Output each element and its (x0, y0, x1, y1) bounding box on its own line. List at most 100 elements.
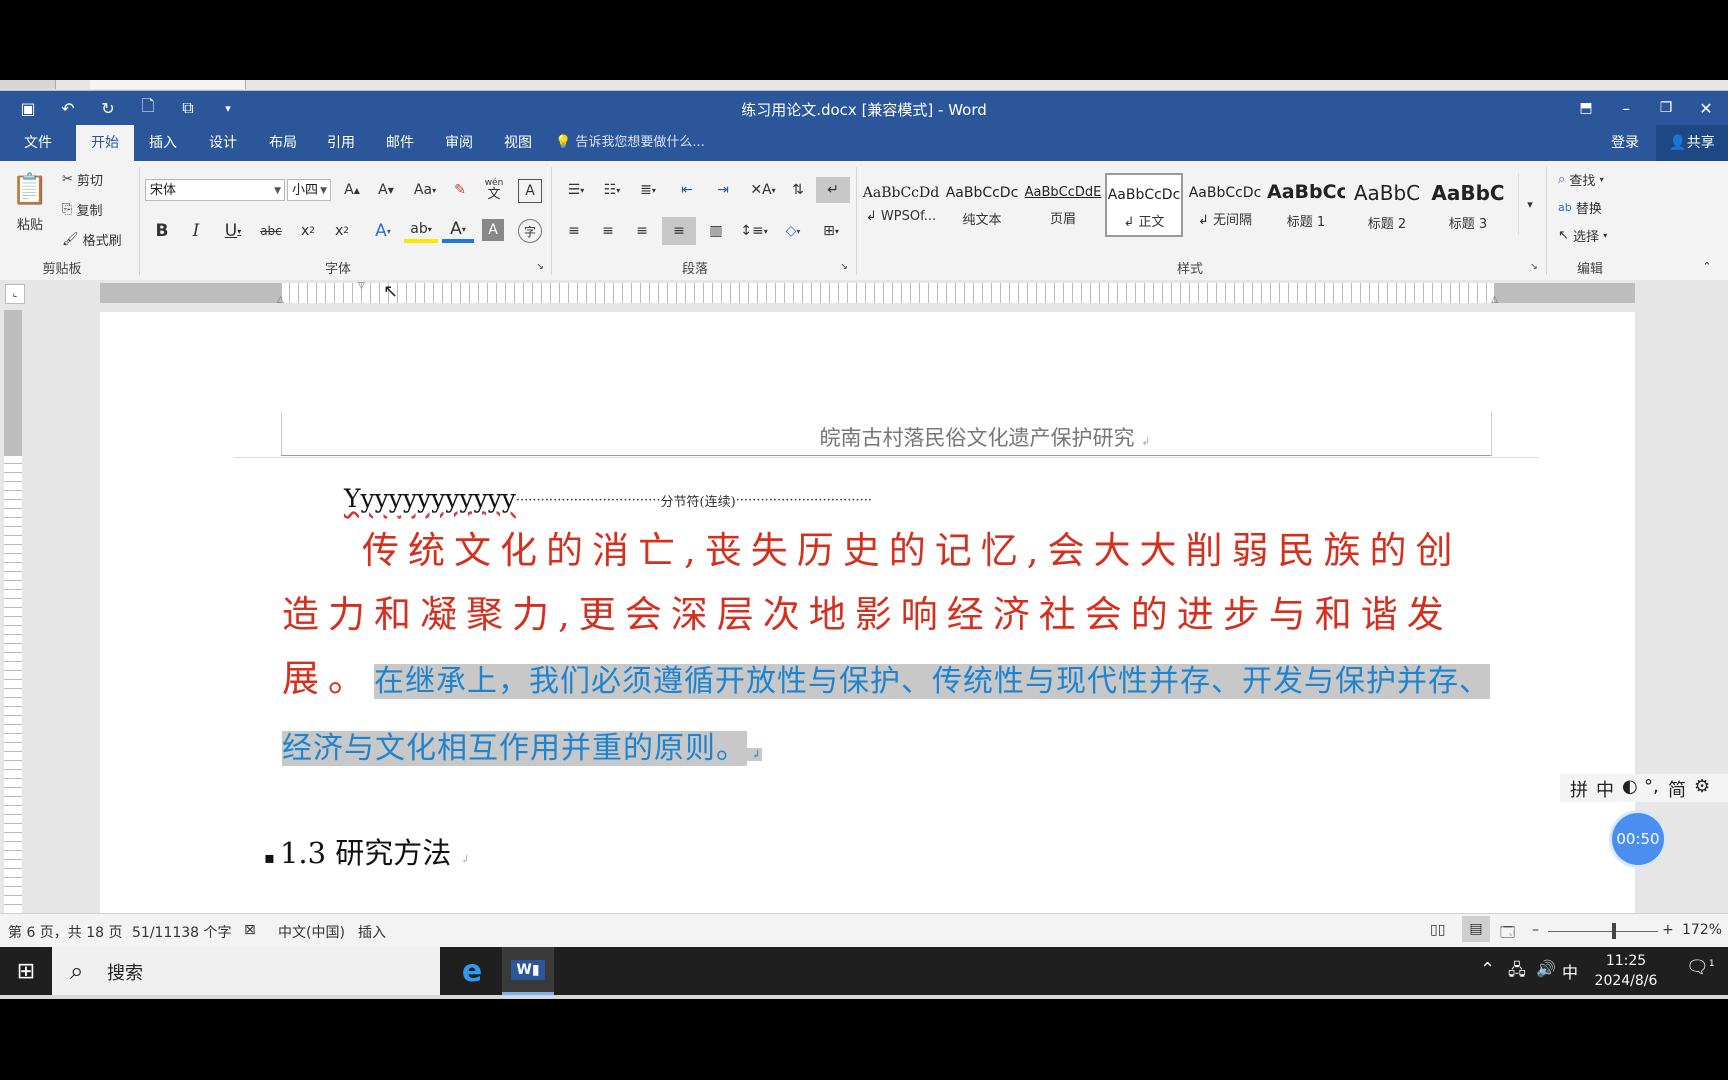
tab-layout[interactable]: 布局 (254, 125, 312, 161)
line-spacing-icon[interactable]: ↕≡ ▾ (738, 219, 770, 243)
network-icon[interactable]: 🖧 (1508, 959, 1526, 986)
tab-insert[interactable]: 插入 (134, 125, 192, 161)
clear-format-icon[interactable]: ✎ (448, 179, 472, 201)
print-layout-view-icon[interactable]: ▤ (1462, 916, 1490, 942)
align-center-icon[interactable]: ≡ (596, 219, 620, 243)
language-status[interactable]: 中文(中国) (278, 922, 345, 942)
change-case-button[interactable]: Aa ▾ (408, 179, 442, 201)
insert-mode[interactable]: 插入 (358, 922, 386, 942)
tell-me-box[interactable]: 💡 告诉我您想要做什么... (555, 125, 705, 161)
edge-browser-icon[interactable]: e (446, 947, 498, 995)
borders-icon[interactable]: ⊞ ▾ (814, 219, 848, 243)
italic-icon[interactable]: I (184, 219, 208, 243)
page-header-text[interactable]: 皖南古村落民俗文化遗产保护研究 ↲ (380, 422, 1590, 452)
justify-icon[interactable]: ≡ (662, 217, 696, 245)
tab-design[interactable]: 设计 (192, 125, 254, 161)
decrease-indent-icon[interactable]: ⇤ (674, 179, 700, 201)
highlight-icon[interactable]: ab ▾ (404, 219, 438, 243)
tab-review[interactable]: 审阅 (430, 125, 488, 161)
align-right-icon[interactable]: ≡ (630, 219, 654, 243)
word-app-icon[interactable]: W▮ (502, 947, 554, 995)
chinese-layout-icon[interactable]: ✕A ▾ (746, 179, 780, 201)
paste-icon[interactable]: 📋 (11, 169, 48, 209)
style-no-spacing[interactable]: AaBbCcDc ↲ 无间隔 (1186, 173, 1264, 237)
select-button[interactable]: ↖ 选择 ▾ (1558, 225, 1607, 245)
styles-more-icon[interactable]: ▾ (1518, 173, 1541, 235)
shading-icon[interactable]: ◇ ▾ (776, 219, 810, 243)
page-count[interactable]: 第 6 页，共 18 页 (8, 922, 123, 942)
close-icon[interactable]: ✕ (1686, 91, 1726, 125)
word-count[interactable]: 51/11138 个字 (132, 922, 232, 942)
shrink-font-icon[interactable]: A ▼ (374, 179, 398, 201)
ime-settings-icon[interactable]: ⚙ (1694, 776, 1710, 797)
style-wpsoffice[interactable]: AaBbCcDd ↲ WPSOf... (862, 173, 940, 237)
paste-button[interactable]: 粘贴 (12, 213, 48, 233)
collapse-ribbon-icon[interactable]: ⌃ (1700, 259, 1714, 273)
proofing-icon[interactable]: ⊠ (244, 922, 256, 938)
font-size-combo[interactable]: 小四 ▼ (287, 179, 331, 201)
dialog-launcher-icon[interactable]: ↘ (838, 261, 850, 273)
first-line-indent-marker[interactable]: ▽ (358, 281, 365, 291)
ime-punctuation-icon[interactable]: °, (1644, 776, 1659, 797)
style-plain-text[interactable]: AaBbCcDc 纯文本 (943, 173, 1021, 237)
bullets-icon[interactable]: ☰ ▾ (560, 179, 592, 201)
find-button[interactable]: ⌕ 查找 ▾ (1558, 169, 1604, 189)
font-color-icon[interactable]: A ▾ (442, 219, 474, 243)
text-effects-icon[interactable]: A ▾ (368, 219, 398, 243)
vertical-ruler[interactable] (4, 310, 22, 913)
superscript-icon[interactable]: x2 (330, 219, 354, 243)
zoom-level[interactable]: 172% (1682, 922, 1722, 938)
section-heading[interactable]: ▪ 1.3 研究方法 ↲ (264, 830, 470, 872)
windows-start-icon[interactable]: ⊞ (0, 947, 52, 995)
style-normal[interactable]: AaBbCcDc ↲ 正文 (1105, 173, 1183, 237)
tab-mailings[interactable]: 邮件 (370, 125, 430, 161)
underline-icon[interactable]: U ▾ (218, 219, 248, 243)
zoom-in-icon[interactable]: + (1662, 922, 1674, 938)
tab-selector[interactable]: ⌞ (5, 284, 25, 304)
increase-indent-icon[interactable]: ⇥ (710, 179, 736, 201)
zoom-slider-thumb[interactable] (1612, 923, 1616, 939)
dialog-launcher-icon[interactable]: ↘ (534, 261, 546, 273)
y-text-line[interactable]: Yyyyyyyyyyyy····························… (344, 484, 872, 513)
ime-simplified-icon[interactable]: 简 (1668, 776, 1686, 802)
align-left-icon[interactable]: ≡ (562, 219, 586, 243)
style-header[interactable]: AaBbCcDdE 页眉 (1024, 173, 1102, 237)
font-name-combo[interactable]: 宋体 ▼ (145, 179, 285, 201)
zoom-out-icon[interactable]: – (1532, 922, 1539, 938)
tab-references[interactable]: 引用 (312, 125, 370, 161)
ime-pinyin-icon[interactable]: 拼 (1570, 776, 1588, 802)
ribbon-display-icon[interactable]: ⬒ (1566, 91, 1606, 125)
document-page[interactable]: 皖南古村落民俗文化遗产保护研究 ↲ Yyyyyyyyyyyy··········… (100, 312, 1635, 913)
taskbar-search-box[interactable]: ⌕ 搜索 (52, 947, 440, 995)
ime-chinese-icon[interactable]: 中 (1596, 776, 1614, 802)
tab-file[interactable]: 文件 (0, 125, 76, 161)
login-button[interactable]: 登录 (1600, 125, 1650, 161)
strikethrough-icon[interactable]: abc (258, 219, 284, 243)
ime-toolbar[interactable]: 拼 中 ◐ °, 简 ⚙ (1560, 774, 1728, 802)
replace-button[interactable]: ab 替换 (1558, 197, 1602, 217)
zoom-slider[interactable] (1548, 931, 1658, 932)
tab-stub[interactable] (90, 80, 246, 89)
right-indent-marker[interactable]: △ (1491, 295, 1498, 305)
style-heading-3[interactable]: AaBbC 标题 3 (1429, 173, 1507, 237)
distribute-icon[interactable]: ▥ (704, 219, 728, 243)
style-heading-1[interactable]: AaBbCc 标题 1 (1267, 173, 1345, 237)
body-paragraph[interactable]: 传统文化的消亡,丧失历史的记忆,会大大削弱民族的创造力和凝聚力,更会深层次地影响… (282, 519, 1494, 787)
recording-timer[interactable]: 00:50 (1612, 813, 1664, 865)
web-layout-icon[interactable]: 🗔 (1500, 922, 1515, 946)
format-painter-button[interactable]: 🖌 格式刷 (62, 229, 122, 249)
enclose-characters-icon[interactable]: 字 (518, 219, 542, 243)
numbering-icon[interactable]: ☷ ▾ (596, 179, 628, 201)
show-marks-icon[interactable]: ↵ (816, 177, 850, 203)
dialog-launcher-icon[interactable]: ↘ (1528, 261, 1540, 273)
indent-marker[interactable]: △ (277, 295, 284, 305)
cut-button[interactable]: ✂ 剪切 (62, 169, 103, 189)
restore-icon[interactable]: ❐ (1646, 91, 1686, 125)
copy-button[interactable]: ⎘ 复制 (62, 199, 103, 219)
volume-icon[interactable]: 🔊 (1536, 959, 1556, 978)
multilevel-list-icon[interactable]: ≣ ▾ (632, 179, 664, 201)
horizontal-ruler[interactable]: △ ▽ △ ↖ (100, 281, 1635, 305)
sort-icon[interactable]: ⇅ (786, 179, 810, 201)
ime-halfwidth-icon[interactable]: ◐ (1622, 776, 1638, 797)
style-heading-2[interactable]: AaBbC 标题 2 (1348, 173, 1426, 237)
